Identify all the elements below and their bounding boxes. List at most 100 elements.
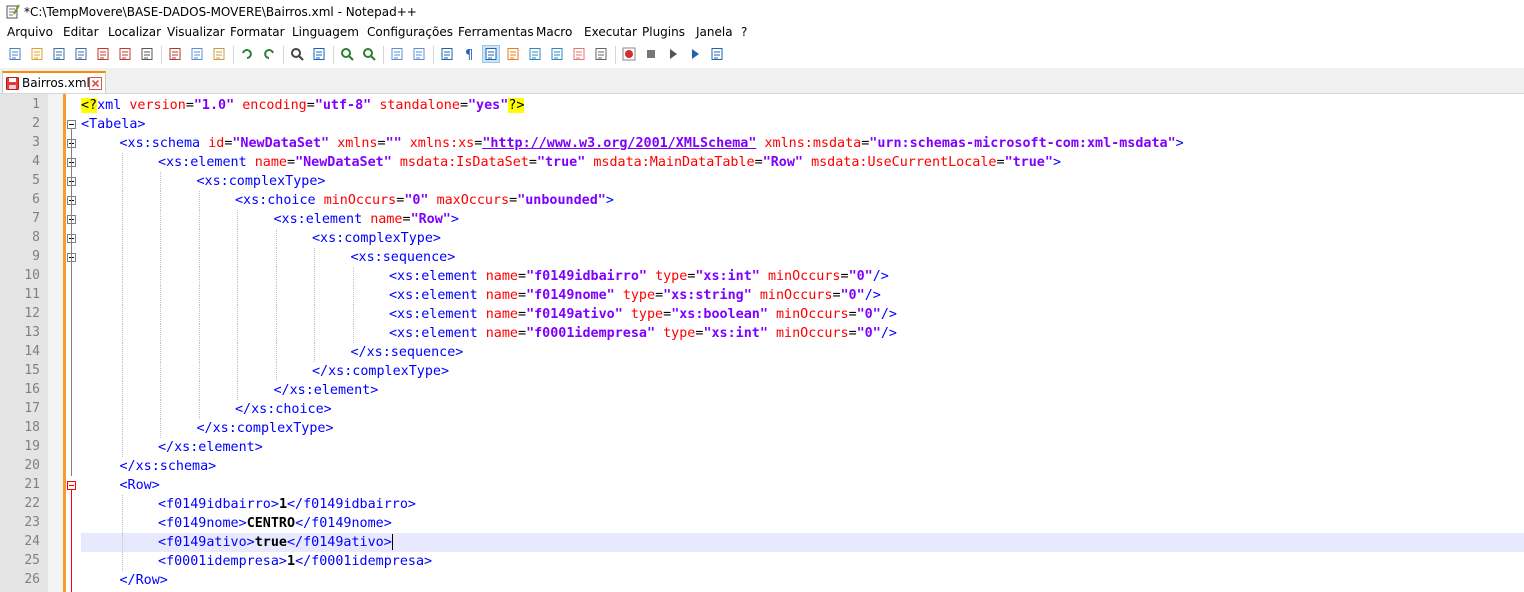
print-button[interactable]: [138, 45, 156, 63]
menu-editar[interactable]: Editar: [62, 25, 100, 39]
code-text[interactable]: <xs:choice minOccurs="0" maxOccurs="unbo…: [235, 192, 614, 209]
code-text[interactable]: <xs:complexType>: [197, 173, 326, 190]
indent-guide-button[interactable]: [482, 45, 500, 63]
monitoring-button[interactable]: [592, 45, 610, 63]
close-tab-icon[interactable]: [89, 77, 102, 90]
find-button[interactable]: [288, 45, 306, 63]
tab-bairros-xml[interactable]: Bairros.xml: [2, 71, 106, 93]
line-number: 18: [24, 420, 40, 435]
menu-formatar[interactable]: Formatar: [229, 25, 286, 39]
menu-ferramentas[interactable]: Ferramentas: [457, 25, 535, 39]
open-file-button[interactable]: [28, 45, 46, 63]
menu-linguagem[interactable]: Linguagem: [291, 25, 360, 39]
syntax-token: type: [630, 307, 664, 322]
function-list-button[interactable]: [548, 45, 566, 63]
redo-button[interactable]: [260, 45, 278, 63]
code-line: 22 <f0149idbairro>1</f0149idbairro>: [0, 495, 1524, 514]
code-text[interactable]: </xs:choice>: [235, 401, 332, 418]
toolbar-separator: [161, 46, 162, 64]
syntax-token: "Row": [410, 212, 451, 227]
record-macro-button[interactable]: [620, 45, 638, 63]
menu-janela[interactable]: Janela: [695, 25, 734, 39]
code-text[interactable]: <xs:element name="NewDataSet" msdata:IsD…: [158, 154, 1061, 171]
show-all-chars-button[interactable]: ¶: [460, 45, 478, 63]
code-text[interactable]: </xs:element>: [158, 439, 263, 456]
code-text[interactable]: </xs:element>: [274, 382, 379, 399]
code-line: 12 <xs:element name="f0149ativo" type="xs…: [0, 305, 1524, 324]
replace-button[interactable]: [310, 45, 328, 63]
menu-plugins[interactable]: Plugins: [641, 25, 686, 39]
new-file-button[interactable]: [6, 45, 24, 63]
sync-vertical-button[interactable]: [388, 45, 406, 63]
syntax-token: </xs:schema>: [119, 459, 217, 474]
syntax-token: "xs:string": [663, 288, 760, 303]
code-text[interactable]: <xs:element name="f0149ativo" type="xs:b…: [389, 306, 897, 323]
fold-toggle-icon[interactable]: [67, 120, 76, 129]
open-file-icon: [31, 48, 43, 60]
code-text[interactable]: <Row>: [120, 477, 160, 494]
syntax-token: standalone: [379, 98, 460, 113]
code-text[interactable]: </xs:schema>: [120, 458, 217, 475]
menu-executar[interactable]: Executar: [583, 25, 638, 39]
folder-workspace-button[interactable]: [570, 45, 588, 63]
syntax-token: <f0001idempresa>: [158, 554, 287, 569]
cut-button[interactable]: [166, 45, 184, 63]
code-text[interactable]: <f0149ativo>true</f0149ativo>: [158, 534, 392, 551]
code-text[interactable]: <xs:element name="f0149nome" type="xs:st…: [389, 287, 881, 304]
save-all-button[interactable]: [72, 45, 90, 63]
code-text[interactable]: </xs:complexType>: [312, 363, 449, 380]
fold-toggle-icon[interactable]: [67, 481, 76, 490]
menu-arquivo[interactable]: Arquivo: [6, 25, 54, 39]
code-text[interactable]: <xs:element name="f0149idbairro" type="x…: [389, 268, 889, 285]
code-text[interactable]: </xs:sequence>: [351, 344, 464, 361]
code-text[interactable]: <xs:schema id="NewDataSet" xmlns="" xmln…: [120, 135, 1184, 152]
menu-macro[interactable]: Macro: [535, 25, 573, 39]
code-text[interactable]: <Tabela>: [81, 116, 146, 133]
save-all-icon: [75, 48, 87, 60]
find-icon: [291, 48, 304, 61]
syntax-token: =: [518, 307, 527, 322]
code-text[interactable]: <?xml version="1.0" encoding="utf-8" sta…: [81, 97, 525, 114]
zoom-out-button[interactable]: [360, 45, 378, 63]
code-line: 2 <Tabela>: [0, 115, 1524, 134]
undo-button[interactable]: [238, 45, 256, 63]
run-macro-multiple-button[interactable]: [686, 45, 704, 63]
syntax-token: xml: [97, 98, 130, 113]
zoom-in-button[interactable]: [338, 45, 356, 63]
syntax-token: =: [848, 326, 857, 341]
save-macro-button[interactable]: [708, 45, 726, 63]
editor-area[interactable]: 1 <?xml version="1.0" encoding="utf-8" st…: [0, 94, 1524, 592]
close-all-button[interactable]: [116, 45, 134, 63]
close-button[interactable]: [94, 45, 112, 63]
code-line: 14 </xs:sequence>: [0, 343, 1524, 362]
code-text[interactable]: </xs:complexType>: [197, 420, 334, 437]
play-macro-button[interactable]: [664, 45, 682, 63]
word-wrap-button[interactable]: [438, 45, 456, 63]
tab-bar: Bairros.xml: [0, 69, 1524, 94]
code-text[interactable]: <xs:sequence>: [351, 249, 456, 266]
code-text[interactable]: </Row>: [120, 572, 168, 589]
copy-button[interactable]: [188, 45, 206, 63]
paste-button[interactable]: [210, 45, 228, 63]
syntax-token: =: [402, 212, 411, 227]
sync-horizontal-button[interactable]: [410, 45, 428, 63]
code-text[interactable]: <f0149nome>CENTRO</f0149nome>: [158, 515, 392, 532]
code-text[interactable]: <f0001idempresa>1</f0001idempresa>: [158, 553, 432, 570]
code-line: 11 <xs:element name="f0149nome" type="xs:…: [0, 286, 1524, 305]
code-text[interactable]: <xs:element name="f0001idempresa" type="…: [389, 325, 897, 342]
menu-configura-es[interactable]: Configurações: [366, 25, 454, 39]
syntax-token: msdata:MainDataTable: [593, 155, 755, 170]
syntax-token: "yes": [468, 98, 509, 113]
record-macro-icon: [622, 47, 636, 61]
menu-help[interactable]: ?: [740, 25, 748, 39]
line-number: 5: [32, 173, 40, 188]
user-lang-button[interactable]: [504, 45, 522, 63]
menu-localizar[interactable]: Localizar: [107, 25, 162, 39]
stop-macro-button[interactable]: [642, 45, 660, 63]
doc-map-button[interactable]: [526, 45, 544, 63]
save-button[interactable]: [50, 45, 68, 63]
code-text[interactable]: <xs:element name="Row">: [274, 211, 459, 228]
menu-visualizar[interactable]: Visualizar: [166, 25, 226, 39]
code-text[interactable]: <f0149idbairro>1</f0149idbairro>: [158, 496, 416, 513]
code-text[interactable]: <xs:complexType>: [312, 230, 441, 247]
